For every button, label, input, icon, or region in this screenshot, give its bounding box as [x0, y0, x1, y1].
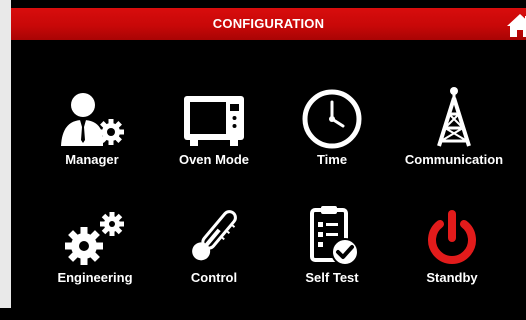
clipboard-check-icon: [310, 206, 359, 266]
tile-self-test[interactable]: Self Test: [272, 200, 392, 310]
header-bar: CONFIGURATION: [11, 8, 526, 40]
tile-standby[interactable]: Standby: [392, 200, 512, 310]
page-title: CONFIGURATION: [212, 16, 325, 31]
clock-icon: [302, 89, 362, 149]
tile-oven-mode[interactable]: Oven Mode: [154, 82, 274, 192]
oven-icon: [184, 96, 244, 146]
configuration-screen: CONFIGURATION Manager Oven Mode Time Com…: [0, 0, 526, 320]
tile-control[interactable]: Control: [154, 200, 274, 310]
tile-label: Communication: [404, 152, 504, 167]
tile-label: Self Test: [305, 270, 359, 285]
thermometer-icon: [192, 210, 237, 261]
tile-communication[interactable]: Communication: [394, 82, 514, 192]
tile-label: Time: [316, 152, 348, 167]
tile-manager[interactable]: Manager: [32, 82, 152, 192]
manager-gear-icon: [61, 93, 124, 146]
tile-engineering[interactable]: Engineering: [35, 200, 155, 310]
screen-left-edge: [0, 0, 11, 320]
tile-label: Manager: [65, 152, 119, 167]
home-icon: [507, 14, 526, 37]
power-icon: [428, 210, 476, 264]
home-button[interactable]: [506, 12, 526, 38]
tile-time[interactable]: Time: [272, 82, 392, 192]
screen-bottom-edge: [0, 308, 526, 320]
tile-label: Standby: [426, 270, 478, 285]
antenna-tower-icon: [437, 87, 471, 147]
gears-icon: [65, 212, 124, 265]
